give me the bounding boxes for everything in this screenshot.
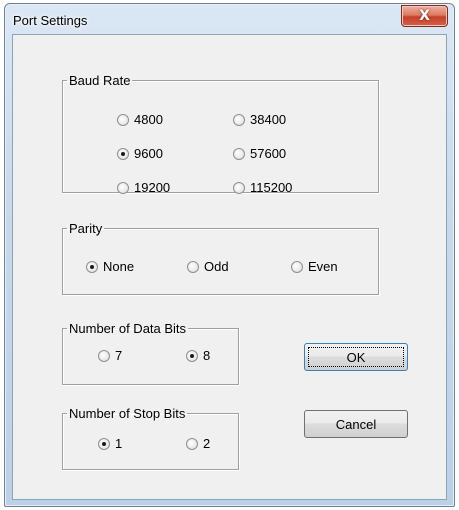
data-bits-legend: Number of Data Bits	[69, 321, 187, 336]
stop-bits-legend: Number of Stop Bits	[69, 406, 186, 421]
parity-radio-none[interactable]: None	[86, 259, 134, 274]
radio-label: 115200	[250, 180, 293, 195]
radio-button-icon[interactable]	[186, 349, 198, 362]
baud-rate-radio-9600[interactable]: 9600	[117, 146, 163, 161]
radio-button-icon[interactable]	[98, 349, 110, 362]
radio-label: 38400	[250, 112, 287, 127]
radio-button-icon[interactable]	[187, 260, 199, 273]
radio-button-icon[interactable]	[117, 113, 129, 126]
ok-button-label: OK	[346, 349, 366, 365]
port-settings-dialog: Port Settings X Baud Rate 4800 38400 960…	[4, 3, 455, 507]
radio-label: 9600	[134, 146, 163, 161]
data-bits-radio-7[interactable]: 7	[98, 348, 122, 363]
title-bar[interactable]: Port Settings X	[5, 4, 454, 34]
radio-button-icon[interactable]	[233, 181, 245, 194]
radio-label: Even	[308, 259, 338, 274]
window-title: Port Settings	[13, 13, 88, 28]
baud-rate-radio-57600[interactable]: 57600	[233, 146, 286, 161]
radio-button-icon[interactable]	[291, 260, 303, 273]
baud-rate-radio-19200[interactable]: 19200	[117, 180, 170, 195]
close-icon: X	[419, 8, 430, 24]
radio-button-icon[interactable]	[186, 437, 198, 450]
baud-rate-group: Baud Rate	[62, 73, 379, 193]
radio-button-icon[interactable]	[86, 260, 98, 273]
parity-radio-odd[interactable]: Odd	[187, 259, 229, 274]
radio-label: 2	[203, 436, 211, 451]
close-button[interactable]: X	[401, 5, 448, 27]
cancel-button-label: Cancel	[335, 416, 377, 432]
data-bits-radio-8[interactable]: 8	[186, 348, 210, 363]
baud-rate-radio-38400[interactable]: 38400	[233, 112, 286, 127]
radio-label: 4800	[134, 112, 163, 127]
baud-rate-radio-4800[interactable]: 4800	[117, 112, 163, 127]
radio-label: 1	[115, 436, 123, 451]
radio-label: 8	[203, 348, 211, 363]
parity-legend: Parity	[69, 221, 103, 236]
baud-rate-radio-115200[interactable]: 115200	[233, 180, 292, 195]
radio-label: None	[103, 259, 135, 274]
stop-bits-group: Number of Stop Bits	[62, 406, 239, 470]
radio-label: 57600	[250, 146, 287, 161]
parity-group: Parity	[62, 221, 379, 295]
radio-label: Odd	[204, 259, 229, 274]
radio-button-icon[interactable]	[233, 147, 245, 160]
radio-button-icon[interactable]	[98, 437, 110, 450]
radio-label: 19200	[134, 180, 171, 195]
dialog-client-area: Baud Rate 4800 38400 9600 57600 19200 11…	[12, 34, 447, 500]
radio-label: 7	[115, 348, 123, 363]
ok-button[interactable]: OK	[304, 343, 408, 371]
cancel-button[interactable]: Cancel	[304, 410, 408, 438]
radio-button-icon[interactable]	[233, 113, 245, 126]
data-bits-group: Number of Data Bits	[62, 321, 239, 385]
radio-button-icon[interactable]	[117, 181, 129, 194]
stop-bits-radio-1[interactable]: 1	[98, 436, 122, 451]
baud-rate-legend: Baud Rate	[69, 73, 131, 88]
radio-button-icon[interactable]	[117, 147, 129, 160]
parity-radio-even[interactable]: Even	[291, 259, 338, 274]
stop-bits-radio-2[interactable]: 2	[186, 436, 210, 451]
